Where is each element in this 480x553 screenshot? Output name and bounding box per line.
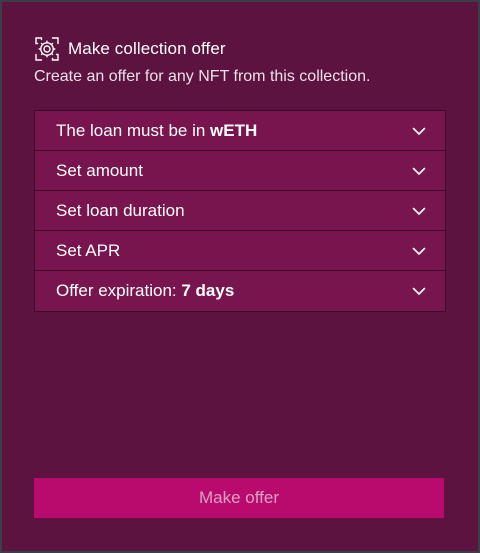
panel-title: Make collection offer bbox=[68, 39, 226, 58]
make-offer-button[interactable]: Make offer bbox=[34, 478, 444, 518]
chevron-down-icon bbox=[411, 123, 427, 139]
accordion-item-loan-currency[interactable]: The loan must be in wETH bbox=[35, 111, 445, 151]
offer-expiration-value: 7 days bbox=[181, 281, 235, 300]
accordion-item-label: The loan must be in wETH bbox=[56, 120, 258, 140]
chevron-down-icon bbox=[411, 163, 427, 179]
accordion-item-label: Set loan duration bbox=[56, 200, 185, 220]
title-row: Make collection offer bbox=[34, 36, 446, 62]
accordion-item-loan-duration[interactable]: Set loan duration bbox=[35, 191, 445, 231]
accordion-item-apr[interactable]: Set APR bbox=[35, 231, 445, 271]
accordion-item-label: Set amount bbox=[56, 160, 143, 180]
panel-header: Make collection offer Create an offer fo… bbox=[34, 36, 446, 86]
collection-offer-panel: Make collection offer Create an offer fo… bbox=[0, 0, 480, 553]
chevron-down-icon bbox=[411, 283, 427, 299]
target-cog-icon bbox=[34, 36, 60, 62]
offer-options-accordion: The loan must be in wETH Set amount Set … bbox=[34, 110, 446, 312]
panel-subtitle: Create an offer for any NFT from this co… bbox=[34, 68, 371, 85]
accordion-item-label: Set APR bbox=[56, 240, 121, 260]
chevron-down-icon bbox=[411, 243, 427, 259]
chevron-down-icon bbox=[411, 203, 427, 219]
accordion-item-amount[interactable]: Set amount bbox=[35, 151, 445, 191]
loan-currency-value: wETH bbox=[210, 120, 258, 140]
accordion-item-offer-expiration[interactable]: Offer expiration: 7 days bbox=[35, 271, 445, 311]
accordion-item-label: Offer expiration: 7 days bbox=[56, 281, 235, 300]
